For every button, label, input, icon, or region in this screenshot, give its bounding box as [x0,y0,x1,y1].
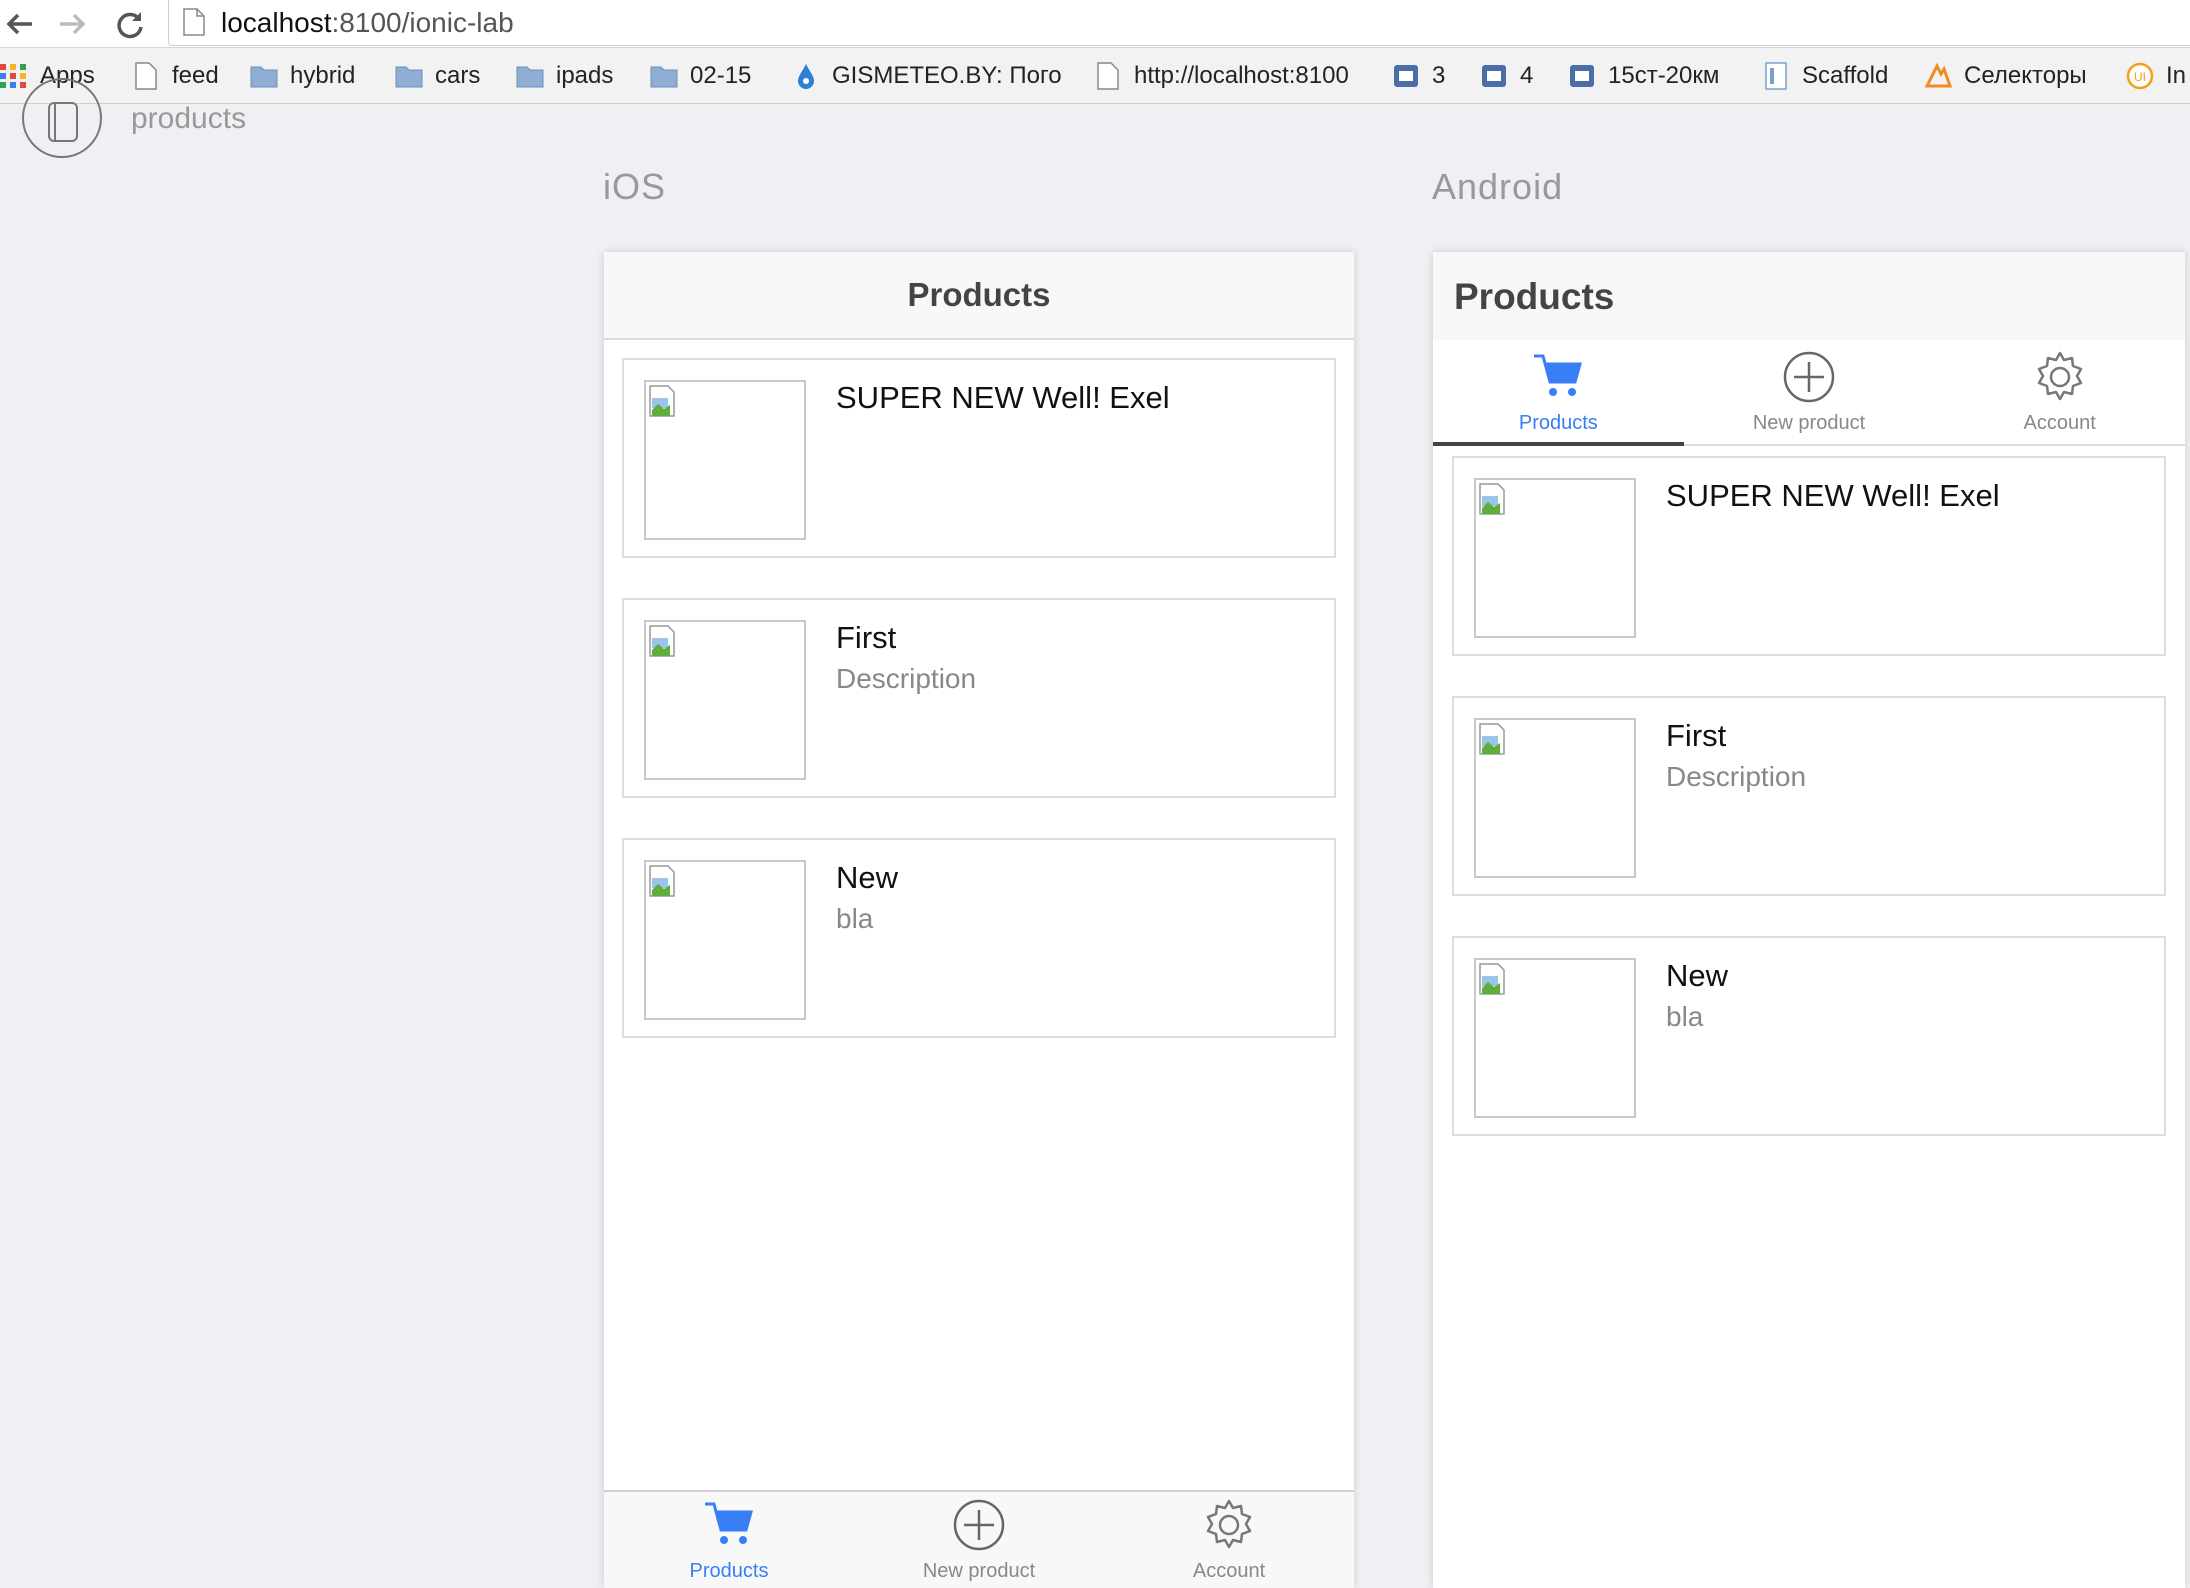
apps-grid-icon [0,64,26,88]
folder-icon [516,66,544,88]
habr-icon [1924,62,1952,88]
bookmark-gismeteo[interactable]: GISMETEO.BY: Пого [792,58,1062,94]
product-name: New [836,860,899,895]
product-card[interactable]: First Description [622,598,1336,798]
page-icon [1097,62,1119,90]
product-image [1474,718,1636,878]
folder-icon [250,66,278,88]
back-button[interactable] [0,4,40,44]
reload-icon [117,12,143,39]
gear-icon [2037,351,2082,401]
tab-new-product[interactable]: New product [1684,340,1935,444]
android-device-frame: Products Products New product Account SU… [1433,252,2185,1588]
page-icon [135,62,157,90]
product-name: New [1666,958,1729,993]
tab-account[interactable]: Account [1104,1492,1354,1588]
tab-account[interactable]: Account [1934,340,2185,444]
bookmark-4[interactable]: 4 [1480,58,1533,94]
folder-icon [650,66,678,88]
bookmark-scaffold[interactable]: Scaffold [1762,58,1888,94]
broken-image-icon [1479,723,1505,755]
product-image [1474,478,1636,638]
address-bar[interactable]: localhost:8100/ionic-lab [168,0,2190,46]
product-name: First [1666,718,1727,753]
bookmark-localhost[interactable]: http://localhost:8100 [1094,58,1364,94]
ionic-lab-logo [22,78,102,158]
doc-icon [1765,62,1787,90]
add-circle-icon [1783,351,1835,403]
ios-page-title: Products [907,276,1051,313]
ios-device-frame: Products SUPER NEW Well! Exel First Desc… [604,252,1354,1588]
product-name: SUPER NEW Well! Exel [836,380,1170,415]
bookmark-selectors[interactable]: Селекторы [1924,58,2087,94]
product-name: SUPER NEW Well! Exel [1666,478,2000,513]
broken-image-icon [1479,483,1505,515]
product-image [644,380,806,540]
bookmark-ipads[interactable]: ipads [516,58,613,94]
gear-icon [1206,1499,1252,1549]
bookmark-hybrid[interactable]: hybrid [250,58,355,94]
product-image [644,860,806,1020]
forward-arrow-icon [60,13,86,35]
lab-title: products [131,102,247,135]
android-tab-bar: Products New product Account [1433,340,2185,446]
drop-icon [798,64,814,89]
bookmark-02-15[interactable]: 02-15 [650,58,751,94]
forward-button[interactable] [52,4,92,44]
reload-button[interactable] [110,4,150,44]
tab-new-product[interactable]: New product [854,1492,1104,1588]
folder-icon [395,66,423,88]
tab-products[interactable]: Products [1433,340,1684,446]
vk-icon [1482,65,1506,87]
product-name: First [836,620,897,655]
product-image [644,620,806,780]
url-text: localhost:8100/ionic-lab [221,7,514,38]
bookmarks-bar: Apps feed hybrid cars ipads 02-15 GISMET… [0,48,2190,104]
bookmark-cars[interactable]: cars [395,58,480,94]
product-description: bla [836,903,874,934]
add-circle-icon [953,1499,1005,1551]
product-card[interactable]: SUPER NEW Well! Exel [1452,456,2166,656]
ui-icon: UI [2126,62,2154,90]
product-card[interactable]: New bla [622,838,1336,1038]
vk-icon [1394,65,1418,87]
bookmark-3[interactable]: 3 [1392,58,1445,94]
product-description: Description [836,663,977,694]
broken-image-icon [649,865,675,897]
ios-tab-bar: Products New product Account [604,1490,1354,1588]
bookmark-feed[interactable]: feed [132,58,219,94]
broken-image-icon [649,625,675,657]
cart-icon [1534,354,1583,396]
tab-products[interactable]: Products [604,1492,854,1588]
ios-nav-bar: Products [604,252,1354,340]
product-description: Description [1666,761,1807,792]
bookmark-in[interactable]: UI In [2126,58,2186,94]
android-page-title: Products [1454,276,1615,317]
product-image [1474,958,1636,1118]
broken-image-icon [1479,963,1505,995]
product-description: bla [1666,1001,1704,1032]
page-icon [183,8,205,36]
broken-image-icon [649,385,675,417]
product-card[interactable]: First Description [1452,696,2166,896]
product-card[interactable]: SUPER NEW Well! Exel [622,358,1336,558]
bookmark-15st-20km[interactable]: 15ст-20км [1568,58,1719,94]
svg-text:UI: UI [2134,70,2146,84]
ios-platform-label: iOS [603,166,667,207]
android-platform-label: Android [1432,166,1564,207]
back-arrow-icon [6,13,32,35]
android-toolbar: Products [1433,252,2185,340]
vk-icon [1570,65,1594,87]
product-card[interactable]: New bla [1452,936,2166,1136]
browser-toolbar: localhost:8100/ionic-lab [0,0,2190,48]
cart-icon [705,1502,753,1544]
